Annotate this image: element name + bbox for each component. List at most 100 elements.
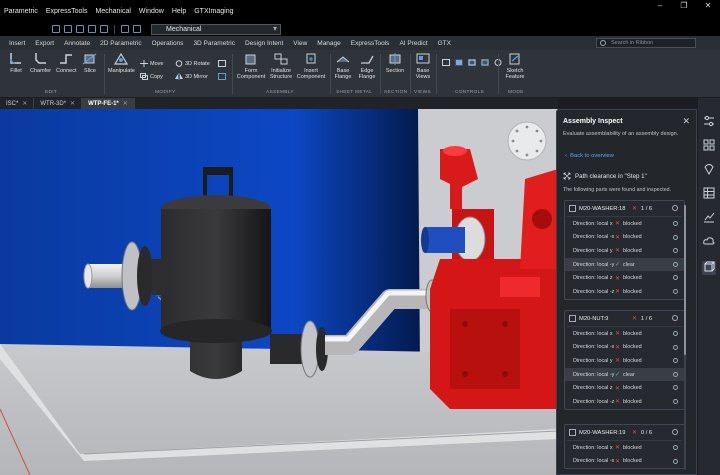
scale-icon[interactable] xyxy=(218,73,226,80)
sliders-icon[interactable] xyxy=(702,114,716,128)
table-icon[interactable] xyxy=(702,186,716,200)
tab-2d-parametric[interactable]: 2D Parametric xyxy=(95,40,147,47)
zoom-to-direction-icon[interactable] xyxy=(673,261,678,267)
direction-row[interactable]: Direction: local x ✕ blocked xyxy=(565,327,684,341)
direction-row[interactable]: Direction: local -x ✕ blocked xyxy=(565,455,684,469)
view-cube-icon[interactable] xyxy=(442,59,450,66)
zoom-to-part-icon[interactable] xyxy=(672,205,678,211)
wireframe-icon[interactable] xyxy=(468,59,476,66)
workspace-select[interactable]: Mechanical xyxy=(151,23,281,35)
menu-window[interactable]: Window xyxy=(139,8,164,15)
direction-row[interactable]: Direction: local y ✕ blocked xyxy=(565,244,684,258)
redo-icon[interactable] xyxy=(133,25,141,33)
initialize-structure-button[interactable]: Initialize Structure xyxy=(266,52,296,80)
move-button[interactable]: Move xyxy=(140,60,163,67)
direction-row[interactable]: Direction: local -z ✕ blocked xyxy=(565,395,684,409)
zoom-to-direction-icon[interactable] xyxy=(673,385,678,391)
edge-flange-button[interactable]: Edge Flange xyxy=(356,52,378,80)
direction-row[interactable]: Direction: local x ✕ blocked xyxy=(565,441,684,455)
save-as-icon[interactable] xyxy=(88,25,96,33)
direction-row[interactable]: Direction: local -x ✕ blocked xyxy=(565,341,684,355)
zoom-to-direction-icon[interactable] xyxy=(673,248,678,254)
direction-row[interactable]: Direction: local z ✕ blocked xyxy=(565,271,684,285)
3d-mirror-button[interactable]: 3D Mirror xyxy=(175,73,208,80)
menu-gtximaging[interactable]: GTXImaging xyxy=(194,8,233,15)
zoom-to-direction-icon[interactable] xyxy=(673,358,678,364)
menu-mechanical[interactable]: Mechanical xyxy=(95,8,130,15)
direction-row[interactable]: Direction: local -z ✕ blocked xyxy=(565,285,684,299)
direction-row[interactable]: Direction: local y ✕ blocked xyxy=(565,354,684,368)
slice-button[interactable]: Slice xyxy=(82,52,98,74)
ribbon-search-input[interactable]: Search in Ribbon xyxy=(596,38,696,48)
zoom-to-direction-icon[interactable] xyxy=(673,458,678,464)
zoom-to-direction-icon[interactable] xyxy=(673,398,678,404)
chamfer-button[interactable]: Chamfer xyxy=(30,52,51,74)
close-icon[interactable]: ✕ xyxy=(696,0,720,12)
model-viewport[interactable] xyxy=(0,109,558,475)
zoom-to-part-icon[interactable] xyxy=(672,315,678,321)
copy-button[interactable]: Copy xyxy=(140,73,163,80)
tab-ai-predict[interactable]: AI Predict xyxy=(394,40,432,47)
open-icon[interactable] xyxy=(64,25,72,33)
insert-component-button[interactable]: Insert Component xyxy=(296,52,326,80)
undo-icon[interactable] xyxy=(121,25,129,33)
hidden-line-icon[interactable] xyxy=(481,59,489,66)
assembly-inspect-icon[interactable] xyxy=(702,261,716,275)
zoom-to-part-icon[interactable] xyxy=(672,429,678,435)
direction-row[interactable]: Direction: local x ✕ blocked xyxy=(565,217,684,231)
tab-3d-parametric[interactable]: 3D Parametric xyxy=(188,40,240,47)
grid-icon[interactable] xyxy=(702,138,716,152)
tab-view[interactable]: View xyxy=(288,40,312,47)
chart-icon[interactable] xyxy=(702,210,716,224)
part-card-header[interactable]: M20-WASHER:18 ✕ 1 / 6 xyxy=(565,201,684,216)
menu-parametric[interactable]: Parametric xyxy=(4,8,38,15)
print-icon[interactable] xyxy=(100,25,108,33)
base-flange-button[interactable]: Base Flange xyxy=(332,52,354,80)
close-tab-icon[interactable]: ✕ xyxy=(22,100,27,107)
fillet-button[interactable]: Fillet xyxy=(8,52,24,74)
connect-button[interactable]: Connect xyxy=(56,52,77,74)
zoom-to-direction-icon[interactable] xyxy=(673,331,678,336)
tab-export[interactable]: Export xyxy=(30,40,59,47)
shaded-icon[interactable] xyxy=(455,59,463,66)
zoom-to-direction-icon[interactable] xyxy=(673,344,678,350)
back-to-overview-link[interactable]: ‹ Back to overview xyxy=(565,153,614,159)
zoom-to-direction-icon[interactable] xyxy=(673,221,678,226)
menu-expresstools[interactable]: ExpressTools xyxy=(46,8,88,15)
tab-manage[interactable]: Manage xyxy=(312,40,346,47)
direction-row[interactable]: Direction: local z ✕ blocked xyxy=(565,381,684,395)
doc-tab-wtp-fe-1[interactable]: WTP-FE-1* ✕ xyxy=(82,98,135,109)
part-card-header[interactable]: M20-NUT:9 ✕ 1 / 6 xyxy=(565,311,684,326)
base-views-button[interactable]: Base Views xyxy=(412,52,434,80)
tab-insert[interactable]: Insert xyxy=(4,40,30,47)
zoom-to-direction-icon[interactable] xyxy=(673,445,678,450)
panel-scrollbar-thumb[interactable] xyxy=(684,205,686,355)
menu-help[interactable]: Help xyxy=(172,8,186,15)
form-component-button[interactable]: Form Component xyxy=(236,52,266,80)
direction-row[interactable]: Direction: local -x ✕ blocked xyxy=(565,231,684,245)
direction-row[interactable]: Direction: local -y ✓ clear xyxy=(565,367,684,382)
close-panel-icon[interactable]: ✕ xyxy=(682,116,690,127)
section-button[interactable]: Section xyxy=(382,52,408,74)
zoom-to-direction-icon[interactable] xyxy=(673,234,678,240)
panel-scrollbar[interactable] xyxy=(684,205,686,470)
minimize-icon[interactable]: – xyxy=(648,0,672,12)
tab-design-intent[interactable]: Design Intent xyxy=(240,40,288,47)
doc-tab-wtr-3d[interactable]: WTR-3D* ✕ xyxy=(34,98,83,109)
tab-expresstools[interactable]: ExpressTools xyxy=(346,40,395,47)
tab-operations[interactable]: Operations xyxy=(147,40,189,47)
zoom-to-direction-icon[interactable] xyxy=(673,371,678,377)
tab-gtx[interactable]: GTX xyxy=(433,40,456,47)
zoom-to-direction-icon[interactable] xyxy=(673,275,678,281)
close-tab-icon[interactable]: ✕ xyxy=(70,100,75,107)
part-card-header[interactable]: M20-WASHER:19 ✕ 0 / 6 xyxy=(565,425,684,440)
direction-row[interactable]: Direction: local -y ✓ clear xyxy=(565,257,684,272)
save-icon[interactable] xyxy=(76,25,84,33)
tab-annotate[interactable]: Annotate xyxy=(59,40,95,47)
3d-rotate-button[interactable]: 3D Rotate xyxy=(175,60,210,67)
cloud-icon[interactable] xyxy=(702,234,716,248)
manipulate-button[interactable]: Manipulate xyxy=(108,52,135,74)
align-icon[interactable] xyxy=(218,60,226,67)
zoom-to-direction-icon[interactable] xyxy=(673,288,678,294)
restore-icon[interactable]: ❐ xyxy=(672,0,696,12)
